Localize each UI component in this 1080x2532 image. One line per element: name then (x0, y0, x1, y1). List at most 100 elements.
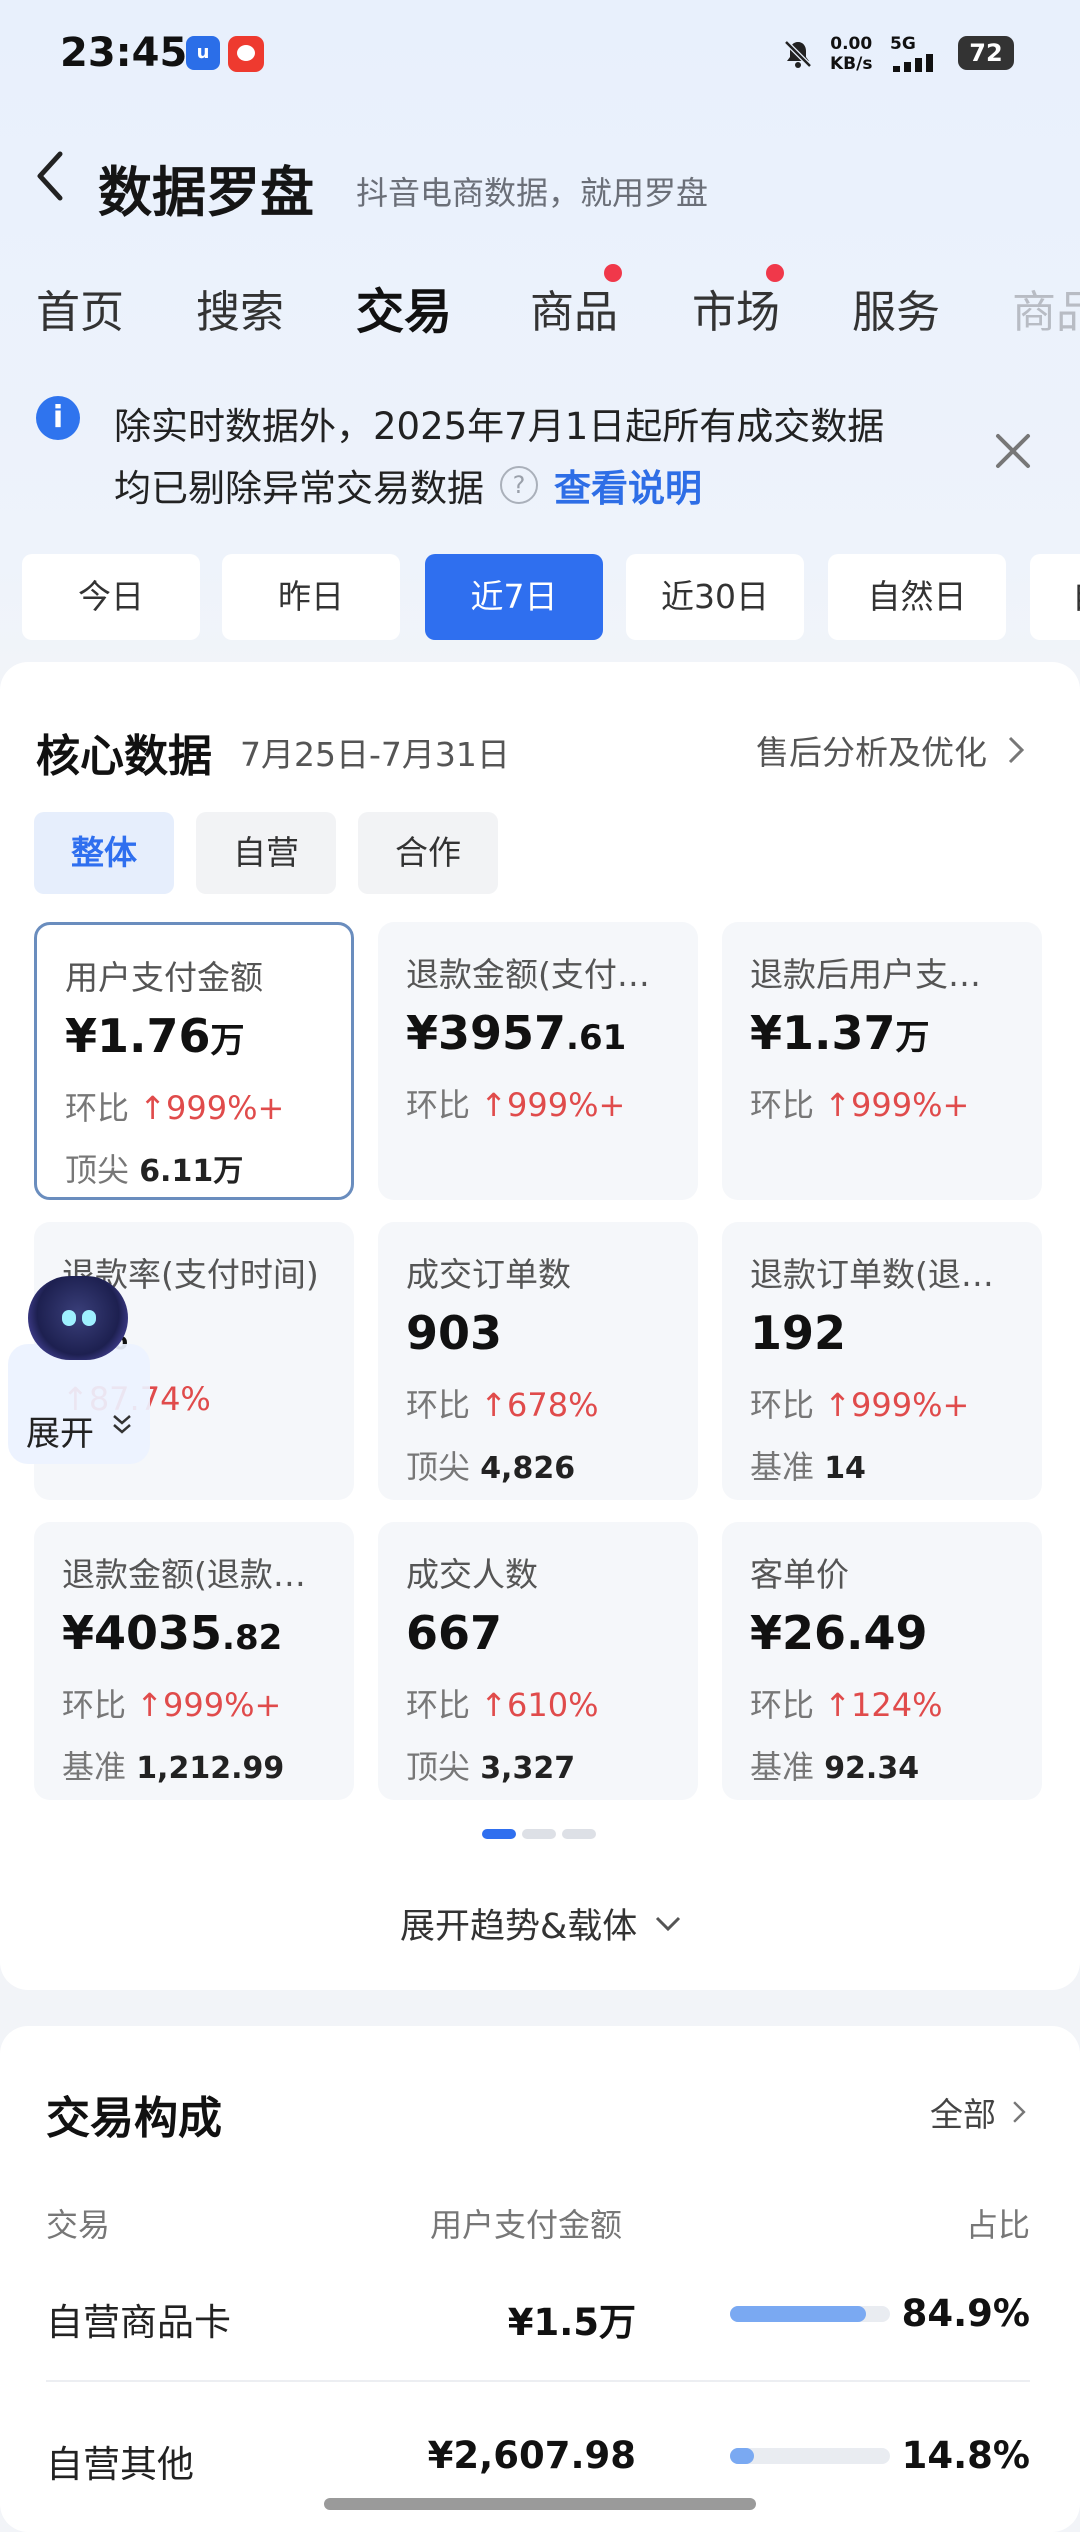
benchmark-label: 顶尖 (65, 1151, 130, 1189)
metric-card[interactable]: 退款金额(退款… ¥4035.82 环比 ↑999%+ 基准 1,212.99 (34, 1522, 354, 1800)
tab-trade[interactable]: 交易 (356, 272, 452, 342)
share-bar (730, 2306, 890, 2322)
up-arrow-icon: ↑ (480, 1686, 507, 1724)
date-filter-today[interactable]: 今日 (22, 554, 200, 640)
metric-label: 退款后用户支… (750, 955, 981, 994)
expand-trend-button[interactable]: 展开趋势&载体 (400, 1898, 683, 1949)
metric-value-main: ¥26.49 (750, 1606, 928, 1660)
metric-card[interactable]: 退款后用户支… ¥1.37万环比 ↑999%+ (722, 922, 1042, 1200)
metric-value-unit: 万 (895, 1018, 930, 1058)
metric-value: ¥1.37万 (750, 1006, 930, 1060)
tab-market[interactable]: 市场 (692, 276, 780, 340)
tab-product-more[interactable]: 商品 (1012, 276, 1080, 340)
comparison-value: 999%+ (166, 1089, 285, 1127)
metric-benchmark: 顶尖 6.11万 (65, 1145, 243, 1191)
page-subtitle: 抖音电商数据，就用罗盘 (356, 174, 709, 212)
column-header-trade: 交易 (46, 2206, 111, 2244)
segment-self-operated[interactable]: 自营 (196, 812, 336, 894)
up-arrow-icon: ↑ (824, 1386, 851, 1424)
benchmark-label: 顶尖 (406, 1748, 471, 1786)
metric-label: 退款金额(退款… (62, 1555, 306, 1594)
row-amount: ¥2,607.98 (427, 2434, 636, 2477)
metric-value-unit: .82 (222, 1618, 283, 1658)
benchmark-label: 基准 (750, 1748, 815, 1786)
up-arrow-icon: ↑ (139, 1089, 166, 1127)
metric-card[interactable]: 成交人数 667 环比 ↑610% 顶尖 3,327 (378, 1522, 698, 1800)
comparison-value: 999%+ (507, 1086, 626, 1124)
view-all-link[interactable]: 全部 (930, 2088, 1028, 2136)
metric-label: 成交订单数 (406, 1255, 571, 1294)
benchmark-label: 顶尖 (406, 1448, 471, 1486)
new-badge-dot (604, 264, 622, 282)
metric-value-main: 903 (406, 1306, 503, 1360)
date-filter-30days[interactable]: 近30日 (626, 554, 804, 640)
tab-service[interactable]: 服务 (852, 276, 940, 340)
metric-value-unit: 万 (210, 1021, 245, 1061)
benchmark-label: 基准 (62, 1748, 127, 1786)
metric-benchmark: 顶尖 4,826 (406, 1442, 575, 1488)
metric-value: ¥26.49 (750, 1606, 928, 1660)
new-badge-dot (766, 264, 784, 282)
metric-comparison: 环比 ↑999%+ (406, 1080, 625, 1126)
benchmark-value: 14 (824, 1451, 866, 1486)
metric-comparison: 环比 ↑124% (750, 1680, 942, 1726)
up-arrow-icon: ↑ (824, 1686, 851, 1724)
after-sale-analysis-link[interactable]: 售后分析及优化 (756, 726, 1027, 774)
metric-label: 成交人数 (406, 1555, 538, 1594)
notice-text-2: 均已剔除异常交易数据 ? 查看说明 (114, 458, 702, 512)
core-data-title: 核心数据 (36, 731, 212, 782)
metric-value: 903 (406, 1306, 502, 1360)
benchmark-label: 基准 (750, 1448, 815, 1486)
tab-home[interactable]: 首页 (36, 276, 124, 340)
metric-card[interactable]: 客单价 ¥26.49 环比 ↑124% 基准 92.34 (722, 1522, 1042, 1800)
metric-card[interactable]: 用户支付金额 ¥1.76万 环比 ↑999%+ 顶尖 6.11万 (34, 922, 354, 1200)
comparison-value: 999%+ (851, 1086, 970, 1124)
segment-cooperation[interactable]: 合作 (358, 812, 498, 894)
up-arrow-icon: ↑ (824, 1086, 851, 1124)
after-sale-analysis-label: 售后分析及优化 (756, 733, 987, 772)
row-share: 84.9% (901, 2292, 1030, 2335)
close-icon[interactable] (990, 428, 1036, 474)
tab-product[interactable]: 商品 (530, 276, 618, 340)
comparison-value: 124% (851, 1686, 943, 1724)
metric-comparison: 环比 ↑999%+ (750, 1080, 969, 1126)
benchmark-value: 4,826 (480, 1451, 576, 1486)
assistant-robot-icon[interactable] (28, 1276, 128, 1360)
metric-comparison: 环比 ↑999%+ (65, 1083, 284, 1129)
assistant-expand-label[interactable]: 展开 (26, 1406, 94, 1455)
column-header-amount: 用户支付金额 (430, 2206, 623, 2244)
expand-trend-label: 展开趋势&载体 (400, 1907, 638, 1947)
metric-label: 退款金额(支付… (406, 955, 650, 994)
date-filter-more[interactable]: 自 (1030, 554, 1080, 640)
date-filter-7days[interactable]: 近7日 (425, 554, 603, 640)
segment-overall[interactable]: 整体 (34, 812, 174, 894)
mute-bell-icon (784, 40, 812, 68)
metric-card[interactable]: 退款订单数(退… 192 环比 ↑999%+ 基准 14 (722, 1222, 1042, 1500)
date-range: 7月25日-7月31日 (240, 735, 510, 774)
composition-title: 交易构成 (46, 2093, 222, 2144)
share-bar-fill (730, 2306, 866, 2322)
help-icon[interactable]: ? (500, 466, 538, 504)
network-speed: 0.00 KB/s (830, 34, 872, 74)
pager-dot (522, 1829, 556, 1839)
date-filter-natural-day[interactable]: 自然日 (828, 554, 1006, 640)
metric-card[interactable]: 成交订单数 903 环比 ↑678% 顶尖 4,826 (378, 1222, 698, 1500)
comparison-value: 610% (507, 1686, 599, 1724)
robot-eye (62, 1310, 76, 1326)
metric-value: ¥4035.82 (62, 1606, 282, 1660)
app-notification-icon: u (186, 36, 220, 70)
view-all-label: 全部 (930, 2095, 996, 2134)
date-filter-yesterday[interactable]: 昨日 (222, 554, 400, 640)
up-arrow-icon: ↑ (480, 1086, 507, 1124)
metric-label: 客单价 (750, 1555, 849, 1594)
back-icon[interactable] (30, 146, 70, 206)
metric-card[interactable]: 退款金额(支付… ¥3957.61 环比 ↑999%+ (378, 922, 698, 1200)
comparison-label: 环比 (406, 1386, 471, 1424)
signal-icon (893, 54, 933, 72)
metric-value-main: ¥4035 (62, 1606, 223, 1660)
view-explanation-link[interactable]: 查看说明 (554, 458, 702, 512)
tab-search[interactable]: 搜索 (196, 276, 284, 340)
row-name: 自营其他 (46, 2443, 194, 2486)
metric-value-main: 667 (406, 1606, 503, 1660)
metric-value: ¥1.76万 (65, 1009, 245, 1063)
